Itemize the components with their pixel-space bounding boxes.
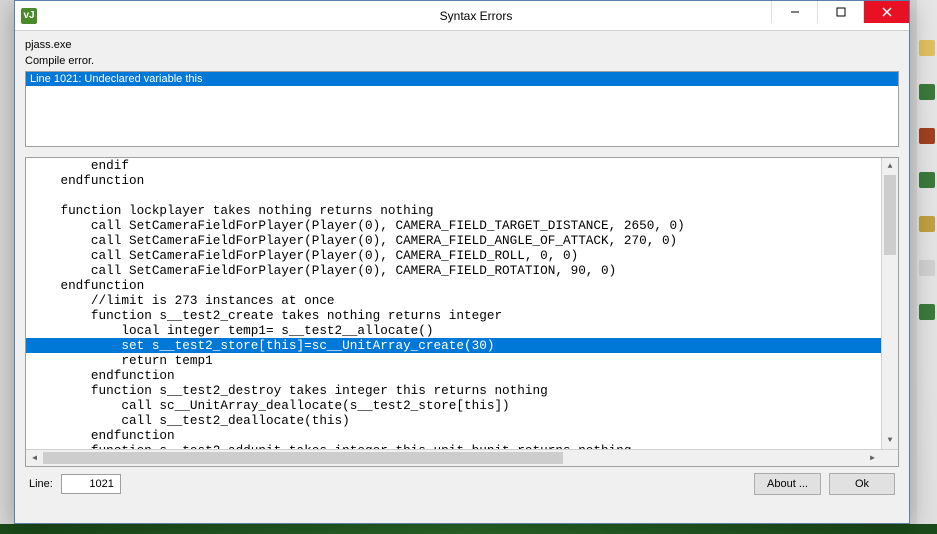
scroll-corner: [881, 450, 898, 466]
scroll-h-track[interactable]: [43, 450, 864, 466]
code-line[interactable]: function lockplayer takes nothing return…: [26, 203, 898, 218]
code-line[interactable]: call sc__UnitArray_deallocate(s__test2_s…: [26, 398, 898, 413]
scroll-down-arrow-icon[interactable]: ▼: [882, 432, 898, 449]
app-icon: vJ: [21, 8, 37, 24]
code-line[interactable]: [26, 188, 898, 203]
error-list[interactable]: Line 1021: Undeclared variable this: [25, 71, 899, 147]
code-line[interactable]: endfunction: [26, 368, 898, 383]
ok-button[interactable]: Ok: [829, 473, 895, 495]
code-line[interactable]: endfunction: [26, 173, 898, 188]
syntax-errors-window: vJ Syntax Errors pjass.exe Compile error…: [14, 0, 910, 524]
scroll-left-arrow-icon[interactable]: ◀: [26, 450, 43, 466]
code-line[interactable]: local integer temp1= s__test2__allocate(…: [26, 323, 898, 338]
code-line[interactable]: function s__test2_create takes nothing r…: [26, 308, 898, 323]
code-line[interactable]: endif: [26, 158, 898, 173]
horizontal-scrollbar[interactable]: ◀ ▶: [26, 449, 898, 466]
code-line[interactable]: //limit is 273 instances at once: [26, 293, 898, 308]
line-number-input[interactable]: [61, 474, 121, 494]
footer-bar: Line: About ... Ok: [25, 467, 899, 495]
code-line[interactable]: call s__test2_deallocate(this): [26, 413, 898, 428]
scroll-up-arrow-icon[interactable]: ▲: [882, 158, 898, 175]
compile-status: Compile error.: [25, 55, 899, 67]
minimize-button[interactable]: [771, 1, 817, 23]
scroll-right-arrow-icon[interactable]: ▶: [864, 450, 881, 466]
code-line[interactable]: endfunction: [26, 278, 898, 293]
code-line[interactable]: endfunction: [26, 428, 898, 443]
close-button[interactable]: [863, 1, 909, 23]
code-line[interactable]: call SetCameraFieldForPlayer(Player(0), …: [26, 248, 898, 263]
about-button[interactable]: About ...: [754, 473, 821, 495]
maximize-button[interactable]: [817, 1, 863, 23]
scroll-h-thumb[interactable]: [43, 452, 563, 464]
error-row[interactable]: Line 1021: Undeclared variable this: [26, 72, 898, 86]
code-line[interactable]: call SetCameraFieldForPlayer(Player(0), …: [26, 218, 898, 233]
vertical-scrollbar[interactable]: ▲ ▼: [881, 158, 898, 449]
background-toolbar-icons: [919, 40, 935, 348]
code-line[interactable]: call SetCameraFieldForPlayer(Player(0), …: [26, 263, 898, 278]
scroll-v-thumb[interactable]: [884, 175, 896, 255]
code-line[interactable]: call SetCameraFieldForPlayer(Player(0), …: [26, 233, 898, 248]
code-line[interactable]: return temp1: [26, 353, 898, 368]
window-controls: [771, 1, 909, 23]
line-label: Line:: [29, 478, 53, 490]
background-terrain: [0, 524, 937, 534]
code-line[interactable]: function s__test2_destroy takes integer …: [26, 383, 898, 398]
exe-label: pjass.exe: [25, 39, 899, 51]
scroll-v-track[interactable]: [882, 175, 898, 432]
code-line[interactable]: set s__test2_store[this]=sc__UnitArray_c…: [26, 338, 898, 353]
code-viewer[interactable]: endif endfunction function lockplayer ta…: [25, 157, 899, 467]
content-area: pjass.exe Compile error. Line 1021: Unde…: [15, 31, 909, 503]
titlebar[interactable]: vJ Syntax Errors: [15, 1, 909, 31]
